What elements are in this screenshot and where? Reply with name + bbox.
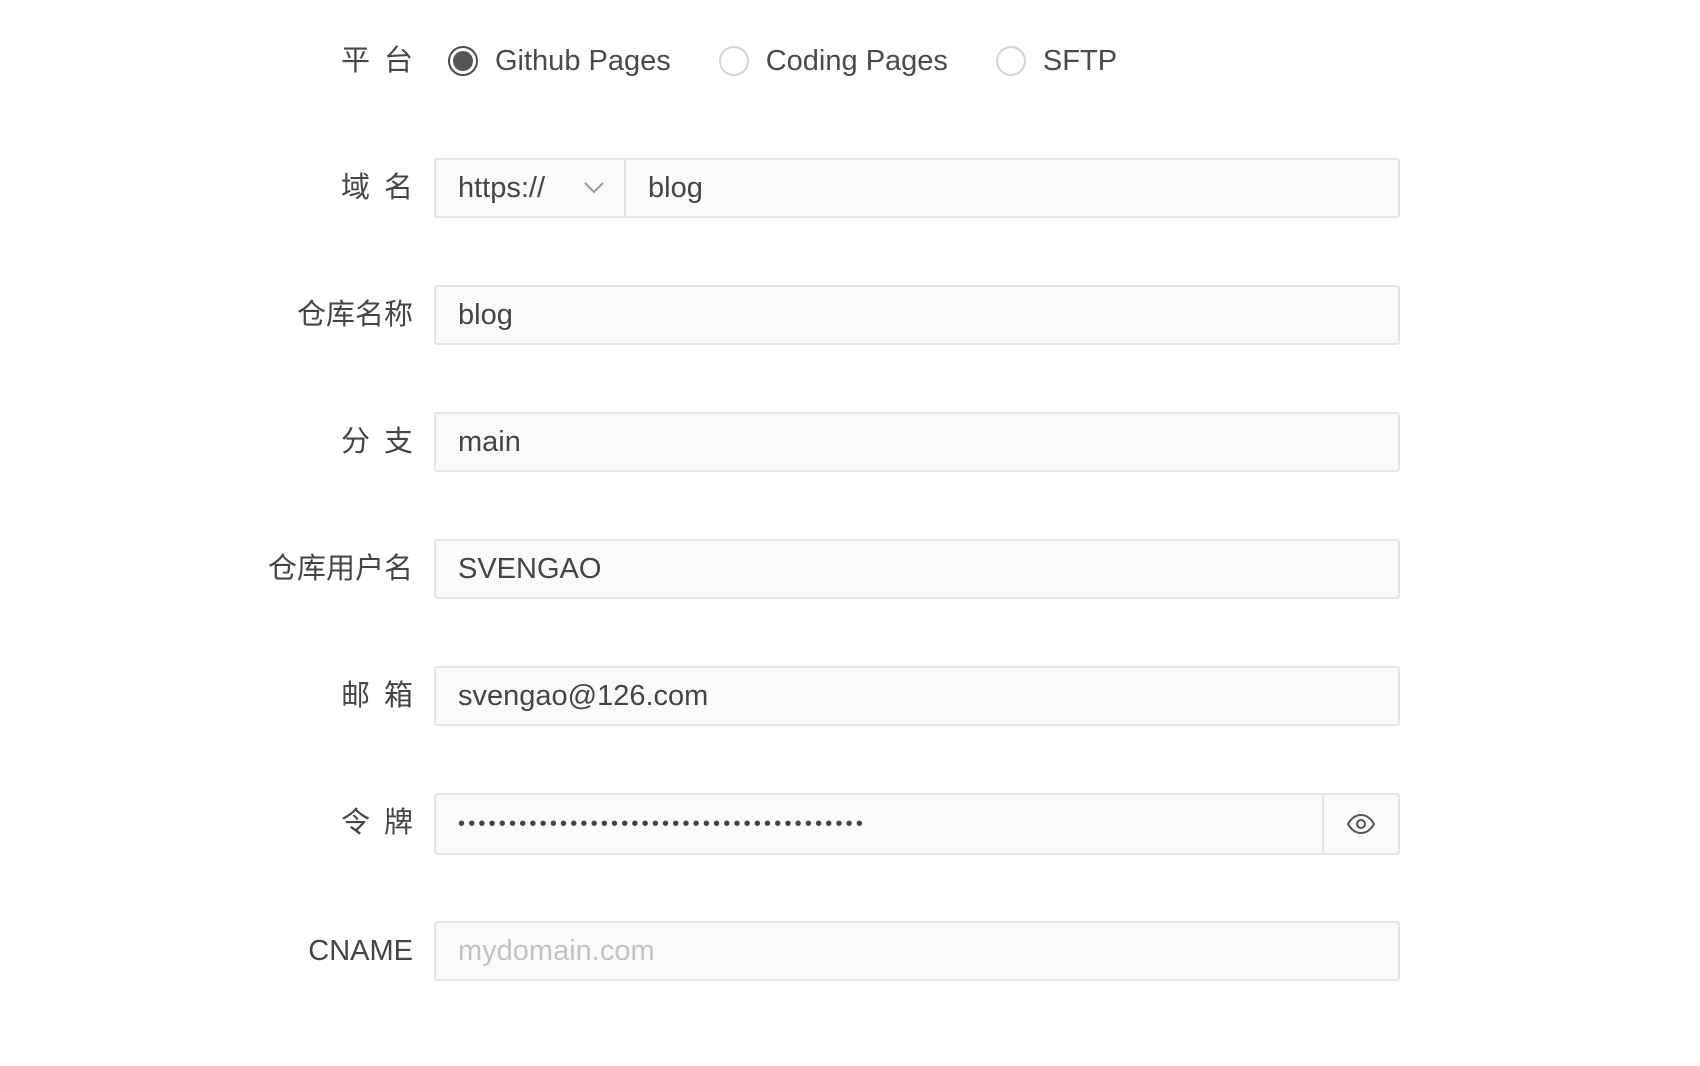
radio-sftp[interactable]: SFTP (995, 45, 1117, 78)
repository-row: 仓库名称 (0, 285, 1700, 345)
branch-field (434, 412, 1400, 472)
token-field: •••••••••••••••••••••••••••••••••••••••• (434, 793, 1400, 855)
eye-icon (1346, 813, 1376, 835)
cname-label: CNAME (308, 935, 413, 967)
username-input[interactable] (436, 541, 1398, 597)
username-field (434, 539, 1400, 599)
radio-sftp-label[interactable]: SFTP (1043, 45, 1117, 78)
cname-row: CNAME (0, 921, 1700, 981)
protocol-select[interactable]: https:// (436, 160, 626, 216)
radio-github-pages-circle[interactable] (448, 46, 478, 76)
toggle-password-visibility-button[interactable] (1322, 795, 1398, 853)
cname-field (434, 921, 1400, 981)
radio-coding-pages[interactable]: Coding Pages (718, 45, 948, 78)
username-label: 仓库用户名 (267, 553, 413, 585)
radio-coding-pages-circle[interactable] (718, 46, 749, 76)
repository-field (434, 285, 1400, 345)
cname-input[interactable] (436, 923, 1398, 979)
platform-radio-group: Github Pages Coding Pages SFTP (448, 31, 1165, 91)
branch-input[interactable] (436, 414, 1398, 470)
email-field (434, 666, 1400, 726)
branch-label: 分支 (340, 426, 427, 458)
username-row: 仓库用户名 (0, 539, 1700, 599)
email-label: 邮箱 (340, 680, 427, 712)
token-input[interactable]: •••••••••••••••••••••••••••••••••••••••• (436, 795, 1322, 853)
chevron-down-icon (584, 182, 604, 194)
repository-label: 仓库名称 (296, 299, 413, 331)
settings-form: 平台 Github Pages Coding Pages SFTP 域名 htt… (0, 0, 1700, 1066)
email-input[interactable] (436, 668, 1398, 724)
domain-row: 域名 https:// (0, 158, 1700, 218)
domain-field: https:// (434, 158, 1400, 218)
domain-input[interactable] (626, 160, 1398, 216)
email-row: 邮箱 (0, 666, 1700, 726)
domain-label: 域名 (340, 172, 427, 204)
radio-github-pages-label[interactable]: Github Pages (495, 45, 671, 78)
token-label: 令牌 (340, 807, 427, 839)
radio-sftp-circle[interactable] (995, 46, 1026, 76)
protocol-select-value: https:// (458, 171, 546, 204)
platform-row: 平台 Github Pages Coding Pages SFTP (0, 31, 1700, 91)
token-masked-value: •••••••••••••••••••••••••••••••••••••••• (458, 812, 867, 835)
radio-coding-pages-label[interactable]: Coding Pages (766, 45, 948, 78)
token-row: 令牌 •••••••••••••••••••••••••••••••••••••… (0, 793, 1700, 855)
radio-github-pages[interactable]: Github Pages (448, 45, 671, 78)
platform-label: 平台 (340, 45, 427, 77)
branch-row: 分支 (0, 412, 1700, 472)
repository-input[interactable] (436, 287, 1398, 343)
